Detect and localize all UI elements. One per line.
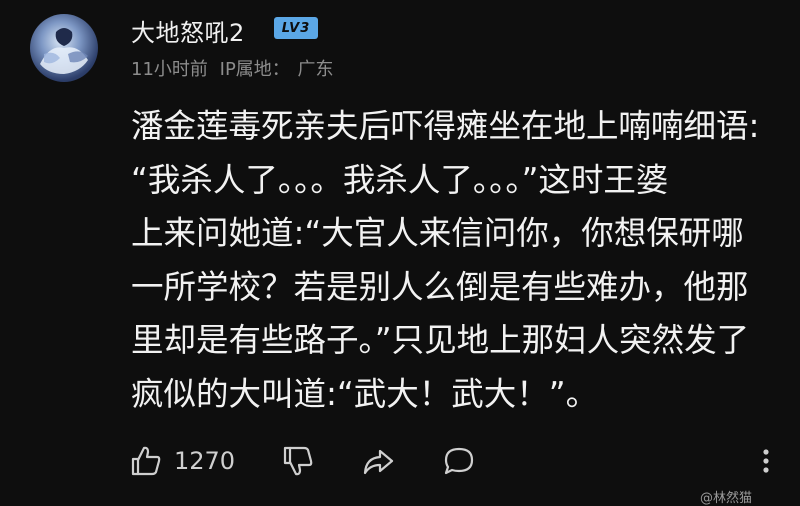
comment-text: 潘金莲毒死亲夫后吓得瘫坐在地上喃喃细语: “我杀人了。。。我杀人了。。。”这时王… (131, 100, 781, 420)
comment-line: 里却是有些路子。”只见地上那妇人突然发了 (131, 321, 750, 359)
comment-line: 一所学校？若是别人么倒是有些难办，他那 (131, 267, 749, 306)
username[interactable]: 大地怒吼2 (131, 13, 245, 48)
thumbs-up-icon (131, 446, 161, 476)
more-vertical-icon (763, 449, 769, 473)
comment-line: “我杀人了。。。我杀人了。。。”这时王婆 (131, 160, 669, 199)
comment-actions: 1270 (128, 438, 778, 484)
reply-button[interactable] (441, 438, 477, 484)
thumbs-down-icon (283, 446, 313, 476)
comment-line: 潘金莲毒死亲夫后吓得瘫坐在地上喃喃细语: (131, 107, 760, 145)
comment-meta: 11小时前 IP属地： 广东 (131, 55, 340, 81)
ip-location: 广东 (297, 59, 334, 80)
share-arrow-icon (363, 449, 394, 475)
dislike-button[interactable] (280, 438, 316, 484)
comment-bubble-icon (444, 447, 474, 475)
comment-line: 疯似的大叫道:“武大！武大！”。 (131, 374, 599, 413)
timestamp: 11小时前 (131, 59, 208, 80)
like-count: 1270 (174, 447, 236, 475)
avatar[interactable] (30, 14, 98, 82)
share-button[interactable] (360, 438, 396, 484)
level-badge: LV3 (274, 17, 318, 39)
ip-label: IP属地： (219, 59, 290, 80)
like-button[interactable]: 1270 (128, 438, 235, 484)
watermark: @林然猫 (700, 491, 753, 506)
avatar-illustration (40, 28, 88, 74)
comment-line: 上来问她道:“大官人来信问你，你想保研哪 (131, 214, 744, 252)
more-options-button[interactable] (748, 438, 784, 484)
